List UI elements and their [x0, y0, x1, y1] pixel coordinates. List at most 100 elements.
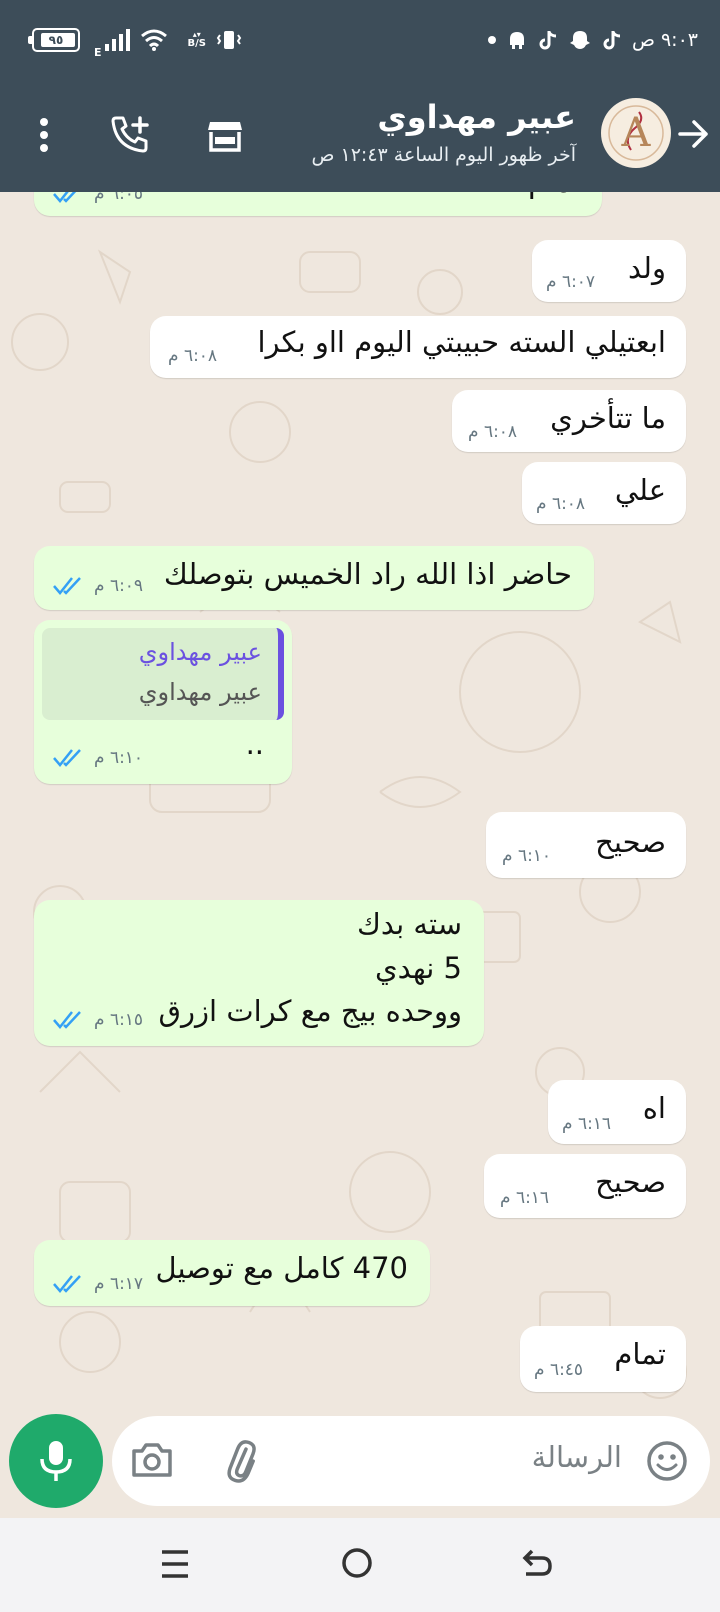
menu-button[interactable] [24, 110, 64, 160]
message-text: 470 كامل مع توصيل [155, 1251, 408, 1285]
status-bar: ٩٥ E ▴▾ B/S ٩:٠٣ ص [0, 0, 720, 80]
message-text: حاضر اذا الله راد الخميس بتوصلك [163, 557, 572, 591]
message-bubble-outgoing[interactable]: 470 كامل مع توصيل ٦:١٧ م [34, 1240, 430, 1306]
notification-dot-icon [487, 36, 496, 44]
read-ticks-icon [53, 1011, 81, 1029]
message-lines: سته بدك 5 نهدي ووحده بيج مع كرات ازرق [159, 906, 462, 1031]
message-meta: ٦:٠٥ م [52, 192, 143, 204]
camera-button[interactable] [130, 1440, 174, 1482]
message-time: ٦:١٦ م [500, 1188, 550, 1208]
message-line: ووحده بيج مع كرات ازرق [158, 994, 462, 1029]
message-bubble-outgoing[interactable]: سته بدك 5 نهدي ووحده بيج مع كرات ازرق ٦:… [34, 900, 484, 1046]
message-bubble-incoming[interactable]: ولد ٦:٠٧ م [532, 240, 686, 302]
emoji-button[interactable] [646, 1440, 688, 1482]
back-button[interactable] [672, 112, 716, 156]
message-time: ٦:٤٥ م [534, 1360, 584, 1380]
quoted-message[interactable]: عبير مهداوي عبير مهداوي [42, 628, 284, 720]
battery-level: ٩٥ [48, 33, 64, 47]
camera-icon [132, 1443, 172, 1477]
message-time: ٦:٠٨ م [168, 346, 218, 366]
message-text: .. [245, 727, 264, 761]
message-bubble-incoming[interactable]: علي ٦:٠٨ م [522, 462, 686, 524]
home-button[interactable] [340, 1546, 380, 1586]
message-meta: ٦:٠٨ م [468, 422, 517, 442]
message-line: سته بدك [356, 907, 462, 941]
message-text: صحيح [595, 1165, 666, 1199]
chat-toolbar: A عبير مهداوي آخر ظهور اليوم الساعة ١٢:٤… [0, 90, 720, 182]
message-bubble-incoming[interactable]: صحيح ٦:١٠ م [486, 812, 686, 878]
emoji-icon [647, 1441, 687, 1481]
message-meta: ٦:١٦ م [562, 1114, 611, 1134]
tiktok-icon [539, 31, 557, 50]
message-bubble-incoming[interactable]: ما تتأخري ٦:٠٨ م [452, 390, 686, 452]
system-navigation-bar [0, 1518, 720, 1612]
message-time: ٦:١٦ م [562, 1114, 612, 1134]
back-nav-button[interactable] [520, 1546, 560, 1586]
recent-apps-icon [162, 1550, 188, 1578]
message-meta: ٦:١٥ م [52, 1010, 143, 1030]
message-input[interactable]: الرسالة [532, 1440, 622, 1474]
message-time: ٦:١٠ م [502, 846, 552, 866]
tiktok-icon [603, 31, 621, 50]
read-ticks-icon [53, 577, 81, 595]
data-speed: ▴▾ B/S [187, 30, 206, 49]
message-text: تمام [528, 192, 580, 202]
message-bubble-outgoing[interactable]: حاضر اذا الله راد الخميس بتوصلك ٦:٠٩ م [34, 546, 594, 610]
message-text: ما تتأخري [550, 401, 666, 435]
more-vert-icon [40, 118, 48, 152]
message-text: علي [614, 473, 666, 507]
message-text: صحيح [595, 825, 666, 859]
message-bubble-incoming[interactable]: ابعتيلي السته حبيبتي اليوم ااو بكرا ٦:٠٨… [150, 316, 686, 378]
message-text: ابعتيلي السته حبيبتي اليوم ااو بكرا [257, 325, 667, 359]
message-time: ٦:٠٥ م [94, 192, 144, 204]
message-meta: ٦:٠٧ م [546, 272, 595, 292]
shop-button[interactable] [200, 110, 250, 160]
paperclip-icon [227, 1440, 256, 1483]
contact-avatar[interactable]: A [601, 98, 671, 168]
message-bubble-outgoing-reply[interactable]: عبير مهداوي عبير مهداوي .. ٦:١٠ م [34, 620, 292, 784]
attach-button[interactable] [220, 1438, 264, 1484]
quoted-sender-name: عبير مهداوي [138, 638, 262, 666]
status-right: ٩:٠٣ ص [487, 29, 698, 51]
microphone-icon [40, 1441, 72, 1481]
message-meta: ٦:١٠ م [52, 748, 143, 768]
home-icon [342, 1548, 372, 1578]
android-icon [509, 32, 524, 49]
back-nav-icon [522, 1549, 552, 1576]
message-meta: ٦:١٧ م [52, 1274, 143, 1294]
contact-name[interactable]: عبير مهداوي [377, 98, 576, 136]
message-meta: ٦:٠٩ م [52, 576, 143, 596]
message-text: اه [642, 1091, 666, 1125]
message-meta: ٦:١٦ م [500, 1188, 549, 1208]
message-time: ٦:١٧ م [94, 1274, 144, 1294]
message-time: ٦:٠٧ م [546, 272, 596, 292]
read-ticks-icon [53, 749, 81, 767]
quoted-text: عبير مهداوي [138, 678, 262, 706]
chat-header: ٩٥ E ▴▾ B/S ٩:٠٣ ص A عبير مهداوي آخر ظهو… [0, 0, 720, 192]
network-type: E [94, 45, 102, 59]
message-bubble-incoming[interactable]: صحيح ٦:١٦ م [484, 1154, 686, 1218]
message-text: ولد [627, 251, 666, 285]
avatar-letter: A [621, 110, 651, 156]
message-time: ٦:١٥ م [94, 1010, 144, 1030]
chat-area[interactable]: تمام ٦:٠٥ م ولد ٦:٠٧ م ابعتيلي السته حبي… [0, 192, 720, 1420]
voice-record-button[interactable] [9, 1414, 103, 1508]
vibrate-icon [216, 31, 242, 49]
last-seen: آخر ظهور اليوم الساعة ١٢:٤٣ ص [311, 144, 577, 166]
snapchat-icon [569, 31, 590, 49]
message-bubble-outgoing[interactable]: تمام ٦:٠٥ م [34, 192, 602, 216]
add-call-button[interactable] [104, 108, 156, 160]
message-time: ٦:٠٩ م [94, 576, 144, 596]
recent-apps-button[interactable] [160, 1548, 200, 1584]
message-bubble-incoming[interactable]: تمام ٦:٤٥ م [520, 1326, 686, 1392]
battery-icon: ٩٥ [28, 28, 80, 52]
message-bubble-incoming[interactable]: اه ٦:١٦ م [548, 1080, 686, 1144]
message-meta: ٦:١٠ م [502, 846, 551, 866]
message-line: 5 نهدي [374, 950, 462, 985]
arrow-right-icon [678, 120, 708, 148]
add-call-icon [111, 116, 149, 153]
read-ticks-icon [53, 1275, 81, 1293]
shop-icon [208, 122, 242, 152]
message-input-box[interactable]: الرسالة [112, 1416, 710, 1506]
message-meta: ٦:٤٥ م [534, 1360, 583, 1380]
